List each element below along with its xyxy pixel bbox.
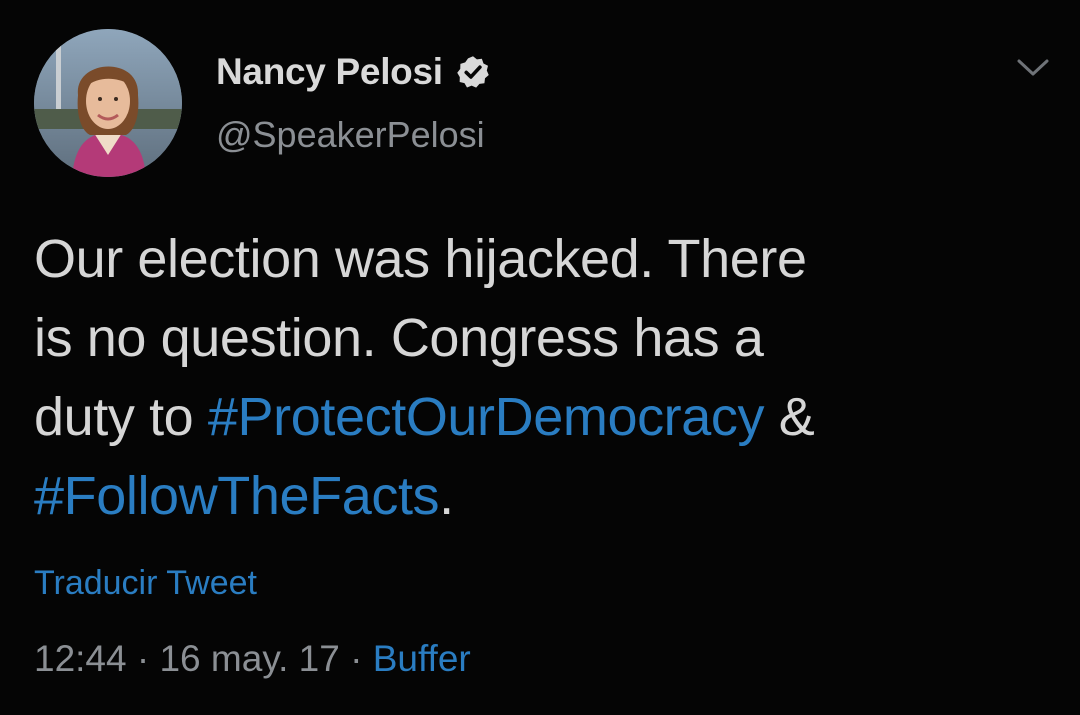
tweet-line-3-suffix: & bbox=[764, 387, 815, 447]
tweet-time[interactable]: 12:44 bbox=[34, 638, 127, 680]
display-name[interactable]: Nancy Pelosi bbox=[216, 51, 443, 93]
tweet-date[interactable]: 16 may. 17 bbox=[159, 638, 339, 680]
tweet-text: Our election was hijacked. There is no qu… bbox=[34, 220, 1034, 536]
avatar[interactable] bbox=[34, 29, 182, 177]
avatar-image bbox=[34, 29, 182, 177]
tweet-card[interactable]: Nancy Pelosi @SpeakerPelosi Our election… bbox=[0, 0, 1080, 715]
meta-separator-2: · bbox=[339, 638, 373, 679]
hashtag-protect-our-democracy[interactable]: #ProtectOurDemocracy bbox=[208, 387, 765, 447]
chevron-down-icon[interactable] bbox=[1016, 56, 1050, 80]
author-name-row[interactable]: Nancy Pelosi bbox=[216, 46, 491, 98]
tweet-line-1: Our election was hijacked. There bbox=[34, 229, 807, 289]
meta-separator-1: · bbox=[126, 638, 160, 679]
tweet-source-link[interactable]: Buffer bbox=[373, 638, 471, 680]
author-handle[interactable]: @SpeakerPelosi bbox=[216, 114, 485, 156]
tweet-line-2: is no question. Congress has a bbox=[34, 308, 764, 368]
tweet-line-4-suffix: . bbox=[439, 466, 454, 526]
hashtag-follow-the-facts[interactable]: #FollowTheFacts bbox=[34, 466, 440, 526]
tweet-line-3-prefix: duty to bbox=[34, 387, 208, 447]
tweet-meta: 12:44 · 16 may. 17 · Buffer bbox=[34, 638, 471, 680]
verified-badge-icon bbox=[455, 54, 491, 90]
translate-tweet-link[interactable]: Traducir Tweet bbox=[34, 564, 257, 603]
